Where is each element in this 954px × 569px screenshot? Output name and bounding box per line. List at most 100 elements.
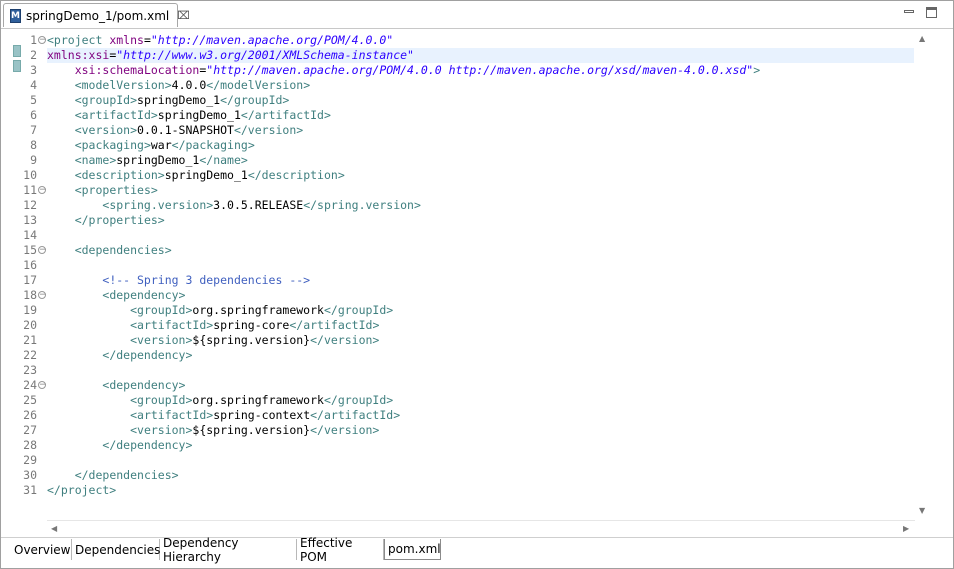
code-token: springDemo_1: [116, 153, 200, 167]
code-token: war: [150, 138, 172, 152]
code-token: </groupId>: [323, 303, 394, 317]
tab-effective-pom[interactable]: Effective POM: [297, 536, 384, 564]
code-line[interactable]: <modelVersion>4.0.0</modelVersion>: [47, 78, 914, 93]
vertical-scrollbar[interactable]: ▲ ▼: [915, 30, 931, 520]
code-token: =: [143, 33, 151, 47]
code-token: <version>: [130, 333, 193, 347]
tab-dependency-hierarchy[interactable]: Dependency Hierarchy: [160, 536, 297, 564]
code-line[interactable]: <artifactId>springDemo_1</artifactId>: [47, 108, 914, 123]
code-line[interactable]: </dependency>: [47, 438, 914, 453]
code-token: </artifactId>: [310, 408, 401, 422]
code-line[interactable]: <version>${spring.version}</version>: [47, 333, 914, 348]
pom-editor: M springDemo_1/pom.xml ⌧ 1−2 3 4 5 6 7 8 9 10 11−…: [0, 0, 954, 569]
line-number: 11: [23, 183, 37, 197]
code-token: </modelVersion>: [206, 78, 311, 92]
code-token: </dependencies>: [74, 468, 179, 482]
code-line[interactable]: [47, 363, 914, 378]
code-token: <dependency>: [102, 378, 186, 392]
code-line[interactable]: [47, 228, 914, 243]
code-token: <packaging>: [74, 138, 151, 152]
tab-dependencies[interactable]: Dependencies: [72, 539, 160, 560]
scroll-down-icon[interactable]: ▼: [919, 506, 925, 515]
code-line[interactable]: <groupId>springDemo_1</groupId>: [47, 93, 914, 108]
line-number: 29: [23, 453, 37, 467]
fold-collapse-icon[interactable]: −: [38, 381, 47, 390]
code-token: </name>: [199, 153, 248, 167]
code-token: <groupId>: [130, 303, 193, 317]
code-token: <!-- Spring 3 dependencies -->: [102, 273, 311, 287]
code-token: "http://maven.apache.org/POM/4.0.0": [150, 33, 394, 47]
tab-overview[interactable]: Overview: [11, 539, 72, 560]
line-number: 3: [30, 63, 37, 77]
code-line[interactable]: xsi:schemaLocation="http://maven.apache.…: [47, 63, 914, 78]
maximize-icon[interactable]: [926, 7, 937, 18]
code-token: </project>: [47, 483, 117, 497]
code-line[interactable]: <artifactId>spring-core</artifactId>: [47, 318, 914, 333]
code-line[interactable]: </dependency>: [47, 348, 914, 363]
code-token: <dependencies>: [74, 243, 172, 257]
code-token: <version>: [74, 123, 138, 137]
code-line[interactable]: <groupId>org.springframework</groupId>: [47, 393, 914, 408]
code-line[interactable]: <dependency>: [47, 288, 914, 303]
code-line[interactable]: <spring.version>3.0.5.RELEASE</spring.ve…: [47, 198, 914, 213]
scroll-up-icon[interactable]: ▲: [919, 34, 925, 43]
fold-collapse-icon[interactable]: −: [38, 36, 47, 45]
code-line[interactable]: <dependencies>: [47, 243, 914, 258]
fold-collapse-icon[interactable]: −: [38, 186, 47, 195]
code-token: xmlns: [109, 33, 144, 47]
line-number: 20: [23, 318, 37, 332]
code-line[interactable]: </project>: [47, 483, 914, 498]
code-line[interactable]: <packaging>war</packaging>: [47, 138, 914, 153]
code-token: </properties>: [74, 213, 165, 227]
line-number: 9: [30, 153, 37, 167]
close-icon[interactable]: ⌧: [177, 9, 190, 22]
code-line[interactable]: <groupId>org.springframework</groupId>: [47, 303, 914, 318]
scroll-right-icon[interactable]: ▶: [903, 524, 909, 533]
code-line[interactable]: </dependencies>: [47, 468, 914, 483]
line-number: 17: [23, 273, 37, 287]
change-marker[interactable]: [13, 45, 21, 57]
code-line[interactable]: <dependency>: [47, 378, 914, 393]
code-token: org.springframework: [192, 303, 324, 317]
code-token: xsi:schemaLocation: [74, 63, 200, 77]
change-marker[interactable]: [13, 60, 21, 72]
code-token: springDemo_1: [157, 108, 241, 122]
code-line[interactable]: xmlns:xsi="http://www.w3.org/2001/XMLSch…: [47, 48, 914, 63]
code-line[interactable]: <properties>: [47, 183, 914, 198]
code-line[interactable]: </properties>: [47, 213, 914, 228]
code-line[interactable]: <description>springDemo_1</description>: [47, 168, 914, 183]
code-token: <artifactId>: [74, 108, 158, 122]
line-number: 23: [23, 363, 37, 377]
line-number: 24: [23, 378, 37, 392]
code-line[interactable]: <name>springDemo_1</name>: [47, 153, 914, 168]
code-line[interactable]: [47, 258, 914, 273]
line-number: 21: [23, 333, 37, 347]
code-line[interactable]: <project xmlns="http://maven.apache.org/…: [47, 33, 914, 48]
code-line[interactable]: [47, 453, 914, 468]
fold-collapse-icon[interactable]: −: [38, 291, 47, 300]
code-line[interactable]: <!-- Spring 3 dependencies -->: [47, 273, 914, 288]
scroll-left-icon[interactable]: ◀: [51, 524, 57, 533]
line-number: 8: [30, 138, 37, 152]
fold-collapse-icon[interactable]: −: [38, 246, 47, 255]
code-token: org.springframework: [192, 393, 324, 407]
tab-pom-xml[interactable]: pom.xml: [384, 539, 441, 560]
code-token: springDemo_1: [164, 168, 248, 182]
code-line[interactable]: <artifactId>spring-context</artifactId>: [47, 408, 914, 423]
code-token: <dependency>: [102, 288, 186, 302]
code-line[interactable]: <version>0.0.1-SNAPSHOT</version>: [47, 123, 914, 138]
minimize-icon[interactable]: [904, 7, 915, 18]
code-token: </dependency>: [102, 348, 193, 362]
code-line[interactable]: <version>${spring.version}</version>: [47, 423, 914, 438]
code-token: "http://maven.apache.org/POM/4.0.0 http:…: [206, 63, 754, 77]
code-text-area[interactable]: <project xmlns="http://maven.apache.org/…: [47, 30, 914, 520]
code-token: 0.0.1-SNAPSHOT: [137, 123, 234, 137]
horizontal-scrollbar[interactable]: ◀ ▶: [47, 520, 915, 537]
tab-pom-xml[interactable]: M springDemo_1/pom.xml ⌧: [3, 3, 190, 27]
